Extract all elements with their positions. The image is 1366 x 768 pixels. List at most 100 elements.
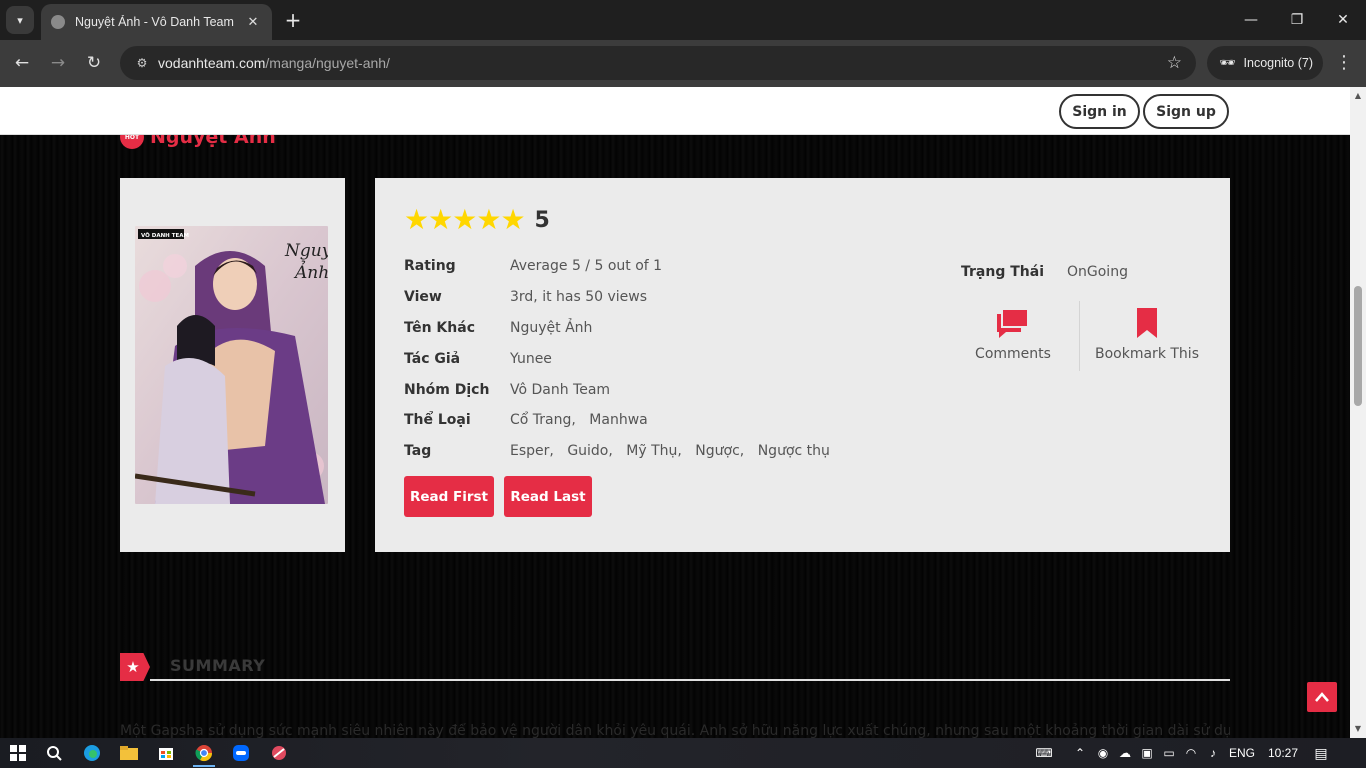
star-icon: ★: [452, 203, 477, 236]
chevron-up-icon: [1315, 692, 1329, 702]
browser-tab[interactable]: Nguyệt Ảnh - Vô Danh Team ✕: [41, 4, 272, 40]
detail-label: View: [404, 289, 442, 305]
tag-list: Esper, Guido, Mỹ Thụ, Ngược, Ngược thụ: [510, 443, 839, 459]
star-icon: ★: [428, 203, 453, 236]
status-label: Trạng Thái: [961, 264, 1044, 280]
detail-label: Thể Loại: [404, 412, 471, 428]
detail-label: Tác Giả: [404, 351, 461, 367]
detail-value: Average 5 / 5 out of 1: [510, 258, 663, 274]
detail-row-translator: Nhóm Dịch Vô Danh Team: [404, 380, 610, 400]
browser-toolbar: ← → ↻ ⚙ vodanhteam.com/manga/nguyet-anh/…: [0, 40, 1366, 87]
detail-value: 3rd, it has 50 views: [510, 289, 648, 305]
scroll-up-arrow[interactable]: ▲: [1350, 89, 1366, 103]
bookmark-star-icon[interactable]: ☆: [1167, 53, 1182, 73]
detail-label: Rating: [404, 258, 456, 274]
language-indicator[interactable]: ENG: [1224, 746, 1260, 760]
svg-text:Nguyệt: Nguyệt: [284, 241, 328, 261]
scrollbar-thumb[interactable]: [1354, 286, 1362, 406]
svg-text:VÔ DANH TEAM: VÔ DANH TEAM: [141, 232, 189, 239]
detail-label: Tên Khác: [404, 320, 475, 336]
windows-taskbar: ⌨ ⌃ ◉ ☁ ▣ ▭ ◠ ♪ ENG 10:27 ▤: [0, 738, 1366, 768]
network-icon[interactable]: ▣: [1136, 746, 1158, 760]
notification-icon[interactable]: ▤: [1306, 745, 1336, 762]
scroll-down-arrow[interactable]: ▼: [1350, 722, 1366, 736]
close-icon[interactable]: ✕: [244, 13, 262, 31]
restore-button[interactable]: ❐: [1274, 0, 1320, 40]
window-close-button[interactable]: ✕: [1320, 0, 1366, 40]
cloud-icon[interactable]: ☁: [1114, 746, 1136, 760]
globe-icon: [51, 15, 65, 29]
detail-label: Tag: [404, 443, 432, 459]
summary-divider: [150, 679, 1230, 681]
star-icon: ★: [404, 203, 429, 236]
tag-link[interactable]: Esper,: [510, 443, 554, 459]
system-tray: ⌨ ⌃ ◉ ☁ ▣ ▭ ◠ ♪ ENG 10:27 ▤: [1032, 738, 1336, 768]
keyboard-icon[interactable]: ⌨: [1032, 746, 1056, 760]
comments-icon: [997, 308, 1029, 338]
comments-button[interactable]: Comments: [973, 308, 1053, 362]
store-icon[interactable]: [154, 741, 178, 765]
bookmark-button[interactable]: Bookmark This: [1093, 308, 1201, 362]
rating-stars[interactable]: ★ ★ ★ ★ ★ 5: [404, 206, 550, 234]
camera-icon[interactable]: ◉: [1092, 746, 1114, 760]
bookmark-label: Bookmark This: [1095, 346, 1199, 362]
sign-in-button[interactable]: Sign in: [1059, 94, 1140, 129]
detail-row-rating: Rating Average 5 / 5 out of 1: [404, 256, 662, 276]
sign-up-button[interactable]: Sign up: [1143, 94, 1229, 129]
zalo-icon[interactable]: [229, 741, 253, 765]
back-button[interactable]: ←: [9, 50, 35, 76]
snipping-tool-icon[interactable]: [267, 741, 291, 765]
cover-image[interactable]: VÔ DANH TEAM Nguyệt Ảnh: [135, 226, 328, 504]
summary-title: SUMMARY: [170, 656, 266, 675]
genre-link[interactable]: Cổ Trang,: [510, 412, 576, 428]
tag-link[interactable]: Ngược,: [695, 443, 744, 459]
incognito-button[interactable]: 🕶 Incognito (7): [1207, 46, 1323, 80]
genre-link[interactable]: Manhwa: [589, 412, 647, 428]
chevron-up-icon[interactable]: ⌃: [1068, 746, 1092, 760]
browser-menu-button[interactable]: ⋮: [1333, 50, 1355, 76]
comments-label: Comments: [975, 346, 1051, 362]
chrome-icon[interactable]: [192, 741, 216, 765]
file-explorer-icon[interactable]: [117, 741, 141, 765]
url-text: vodanhteam.com/manga/nguyet-anh/: [158, 55, 390, 71]
site-header: Sign in Sign up: [0, 87, 1350, 135]
star-icon: ★: [500, 203, 525, 236]
tab-title: Nguyệt Ảnh - Vô Danh Team: [75, 15, 234, 29]
author-link[interactable]: Yunee: [510, 351, 552, 367]
new-tab-button[interactable]: +: [282, 9, 304, 31]
rating-score: 5: [534, 207, 550, 233]
url-path: /manga/nguyet-anh/: [265, 55, 390, 71]
battery-icon[interactable]: ▭: [1158, 746, 1180, 760]
bookmark-icon: [1137, 308, 1157, 338]
wifi-icon[interactable]: ◠: [1180, 746, 1202, 760]
translator-link[interactable]: Vô Danh Team: [510, 382, 610, 398]
forward-button[interactable]: →: [45, 50, 71, 76]
read-last-button[interactable]: Read Last: [504, 476, 592, 517]
star-icon: ★: [476, 203, 501, 236]
summary-header: ★ SUMMARY: [120, 651, 1230, 681]
minimize-button[interactable]: —: [1228, 0, 1274, 40]
clock[interactable]: 10:27: [1260, 746, 1306, 760]
address-bar[interactable]: ⚙ vodanhteam.com/manga/nguyet-anh/ ☆: [120, 46, 1196, 80]
summary-text: Một Gapsha sử dụng sức mạnh siêu nhiên n…: [120, 723, 1230, 738]
speaker-icon[interactable]: ♪: [1202, 746, 1224, 760]
detail-row-tags: Tag Esper, Guido, Mỹ Thụ, Ngược, Ngược t…: [404, 441, 839, 461]
tag-link[interactable]: Ngược thụ: [758, 443, 830, 459]
tag-link[interactable]: Guido,: [567, 443, 613, 459]
tab-search-button[interactable]: ▾: [6, 6, 34, 34]
tag-link[interactable]: Mỹ Thụ,: [626, 443, 682, 459]
search-icon[interactable]: [42, 741, 66, 765]
status-row: Trạng Thái OnGoing: [961, 264, 1128, 280]
chevron-down-icon: ▾: [17, 13, 23, 27]
windows-start-icon[interactable]: [6, 741, 30, 765]
detail-row-view: View 3rd, it has 50 views: [404, 287, 647, 307]
incognito-label: Incognito (7): [1243, 56, 1313, 70]
scroll-to-top-button[interactable]: [1307, 682, 1337, 712]
web-page: Sign in Sign up HOT Nguyệt Ảnh VÔ DANH T…: [0, 87, 1350, 738]
reload-button[interactable]: ↻: [81, 50, 107, 76]
page-scrollbar[interactable]: ▲ ▼: [1350, 87, 1366, 738]
edge-icon[interactable]: [80, 741, 104, 765]
read-first-button[interactable]: Read First: [404, 476, 494, 517]
detail-row-author: Tác Giả Yunee: [404, 349, 552, 369]
site-info-icon[interactable]: ⚙: [134, 55, 150, 71]
